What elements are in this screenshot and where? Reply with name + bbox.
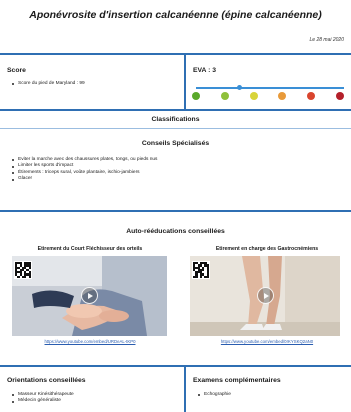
orientations-heading: Orientations conseillées bbox=[7, 377, 86, 384]
video-thumbnail-toe-flexor-stretch[interactable] bbox=[12, 256, 167, 336]
divider bbox=[184, 366, 186, 412]
eva-dot bbox=[192, 92, 200, 100]
report-date: Le 28 mai 2020 bbox=[309, 37, 344, 43]
divider bbox=[0, 109, 351, 111]
play-icon[interactable] bbox=[257, 287, 274, 304]
video-title: Etirement en charge des Gastrocnémiens bbox=[215, 246, 319, 252]
video-thumbnail-gastrocnemius-stretch[interactable] bbox=[190, 256, 340, 336]
page-title: Aponévrosite d'insertion calcanéenne (ép… bbox=[29, 9, 322, 21]
video-title: Etirement du Court Fléchisseur des ortei… bbox=[37, 246, 143, 252]
auto-reeducation-heading: Auto-rééducations conseillées bbox=[126, 228, 225, 235]
conseils-item: Glacer bbox=[7, 176, 157, 182]
eva-dot bbox=[307, 92, 316, 100]
qr-code-icon bbox=[192, 261, 210, 279]
video-link[interactable]: https://www.youtube.com/embed/URDeAL-tKP… bbox=[10, 339, 170, 344]
divider bbox=[184, 54, 186, 109]
qr-code-icon bbox=[14, 261, 32, 279]
score-list: Score du pied de Maryland : 99 bbox=[7, 81, 85, 87]
conseils-heading: Conseils Spécialisés bbox=[141, 140, 210, 147]
eva-dot bbox=[278, 92, 287, 100]
eva-scale-line bbox=[196, 87, 344, 89]
orientations-item: Médecin généraliste bbox=[7, 398, 74, 404]
eva-marker bbox=[236, 84, 242, 90]
video-link[interactable]: https://www.youtube.com/embed/0rKYSKQ2aN… bbox=[184, 339, 350, 344]
examens-list: Echographie bbox=[193, 392, 231, 398]
eva-heading: EVA : 3 bbox=[193, 67, 217, 74]
conseils-list: Eviter la marche avec des chaussures pla… bbox=[7, 157, 157, 183]
score-heading: Score bbox=[7, 67, 26, 74]
examens-item: Echographie bbox=[193, 392, 231, 398]
divider bbox=[0, 128, 351, 129]
eva-dot bbox=[249, 92, 258, 100]
divider bbox=[0, 53, 351, 55]
orientations-list: Masseur Kinésithérapeute Médecin général… bbox=[7, 392, 74, 405]
examens-heading: Examens complémentaires bbox=[193, 377, 281, 384]
play-icon[interactable] bbox=[81, 287, 98, 304]
classifications-heading: Classifications bbox=[151, 116, 200, 123]
divider bbox=[0, 365, 351, 367]
score-item: Score du pied de Maryland : 99 bbox=[7, 81, 85, 87]
divider bbox=[0, 210, 351, 212]
eva-dot bbox=[220, 92, 229, 100]
eva-dot bbox=[336, 92, 344, 100]
